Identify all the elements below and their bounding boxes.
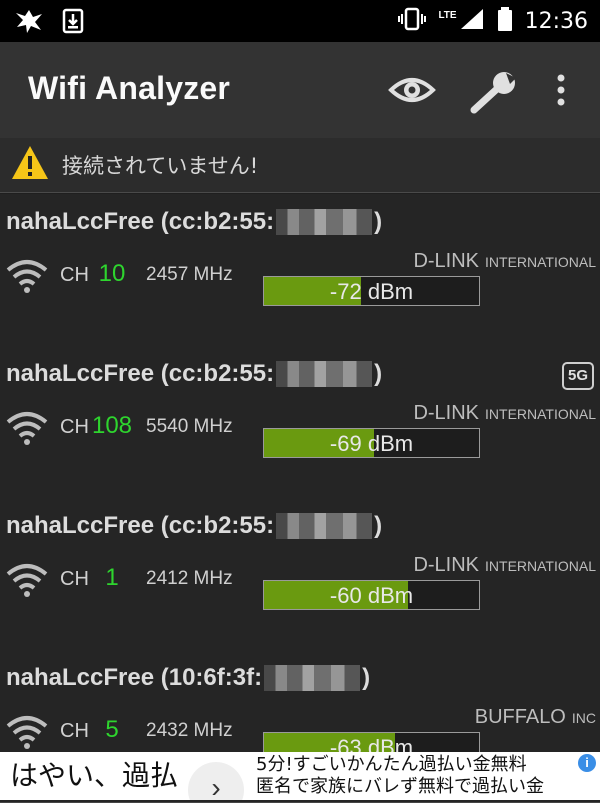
battery-icon (497, 6, 513, 37)
mac-mosaic (276, 361, 373, 387)
vendor-sub: INTERNATIONAL (485, 406, 596, 422)
mac-mosaic (264, 665, 361, 691)
vendor-sub: INTERNATIONAL (485, 254, 596, 270)
ssid-text: nahaLccFree (10:6f:3f: (6, 664, 263, 691)
vendor-name: D-LINK (413, 554, 480, 576)
signal-strength: -72 dBm (329, 279, 414, 304)
ssid: nahaLccFree (cc:b2:55:) (6, 360, 382, 388)
wrench-icon[interactable] (468, 70, 520, 119)
clock: 12:36 (524, 9, 588, 34)
frequency: 2412 MHz (146, 568, 233, 589)
channel-number: 108 (91, 412, 133, 439)
ssid-text: nahaLccFree (cc:b2:55: (6, 360, 275, 387)
frequency: 5540 MHz (146, 416, 233, 437)
connection-warning: 接続されていません! (0, 138, 600, 193)
vendor: D-LINK INTERNATIONAL (413, 402, 596, 425)
channel-label: CH (60, 568, 89, 590)
ssid-suffix: ) (374, 512, 383, 539)
signal-bar: -69 dBm (263, 428, 480, 458)
signal-bar: -60 dBm (263, 580, 480, 610)
signal-bar: -72 dBm (263, 276, 480, 306)
warning-icon (10, 144, 50, 187)
ssid: nahaLccFree (cc:b2:55:) (6, 512, 382, 540)
vendor-name: D-LINK (413, 402, 480, 424)
ad-copy: 5分!すごいかんたん過払い金無料 匿名で家族にバレず無料で過払い金 (256, 754, 544, 798)
band-badge: 5G (562, 362, 594, 390)
ssid-text: nahaLccFree (cc:b2:55: (6, 208, 275, 235)
ssid: nahaLccFree (10:6f:3f:) (6, 664, 370, 692)
vendor-name: BUFFALO (474, 706, 566, 728)
eye-icon[interactable] (388, 70, 436, 115)
app-bar: Wifi Analyzer (0, 42, 600, 138)
network-item[interactable]: nahaLccFree (cc:b2:55:) D-LINK INTERNATIO… (0, 498, 600, 651)
vendor: D-LINK INTERNATIONAL (413, 554, 596, 577)
signal-strength: -60 dBm (329, 583, 414, 608)
lte-label: LTE (438, 10, 457, 21)
signal-icon (459, 7, 485, 36)
ad-banner[interactable]: はやい、過払 › 5分!すごいかんたん過払い金無料 匿名で家族にバレず無料で過払… (0, 752, 600, 800)
frequency: 2432 MHz (146, 720, 233, 741)
vendor-sub: INC (571, 710, 596, 726)
wifi-signal-icon (6, 714, 48, 755)
warning-text: 接続されていません! (62, 154, 259, 178)
vendor-name: D-LINK (413, 250, 480, 272)
ssid-suffix: ) (374, 208, 383, 235)
network-item[interactable]: nahaLccFree (cc:b2:55:) D-LINK INTERNATIO… (0, 194, 600, 347)
info-icon[interactable]: i (578, 754, 596, 772)
channel-label: CH (60, 264, 89, 286)
channel-label: CH (60, 416, 89, 438)
ssid-suffix: ) (374, 360, 383, 387)
ssid-suffix: ) (362, 664, 371, 691)
mac-mosaic (276, 513, 373, 539)
wifi-signal-icon (6, 410, 48, 451)
vendor-sub: INTERNATIONAL (485, 558, 596, 574)
overflow-menu-icon[interactable] (554, 72, 568, 117)
status-bar: LTE 12:36 (0, 0, 600, 42)
network-item[interactable]: nahaLccFree (cc:b2:55:) 5G D-LINK INTERNA… (0, 346, 600, 499)
chevron-right-icon[interactable]: › (188, 762, 244, 800)
download-icon (62, 8, 84, 39)
channel-number: 5 (105, 716, 119, 743)
notification-icon (14, 8, 44, 39)
channel-label: CH (60, 720, 89, 742)
frequency: 2457 MHz (146, 264, 233, 285)
ad-copy-line1: 5分!すごいかんたん過払い金無料 (256, 754, 527, 775)
signal-strength: -69 dBm (329, 431, 414, 456)
vendor: D-LINK INTERNATIONAL (413, 250, 596, 273)
wifi-signal-icon (6, 258, 48, 299)
channel-number: 10 (98, 260, 126, 287)
wifi-signal-icon (6, 562, 48, 603)
ad-headline: はやい、過払 (10, 759, 179, 792)
ssid-text: nahaLccFree (cc:b2:55: (6, 512, 275, 539)
ad-copy-line2: 匿名で家族にバレず無料で過払い金 (256, 776, 544, 797)
vibrate-icon (398, 6, 427, 37)
app-title: Wifi Analyzer (28, 70, 231, 106)
mac-mosaic (276, 209, 373, 235)
ssid: nahaLccFree (cc:b2:55:) (6, 208, 382, 236)
channel-number: 1 (105, 564, 119, 591)
vendor: BUFFALO INC (475, 706, 596, 729)
